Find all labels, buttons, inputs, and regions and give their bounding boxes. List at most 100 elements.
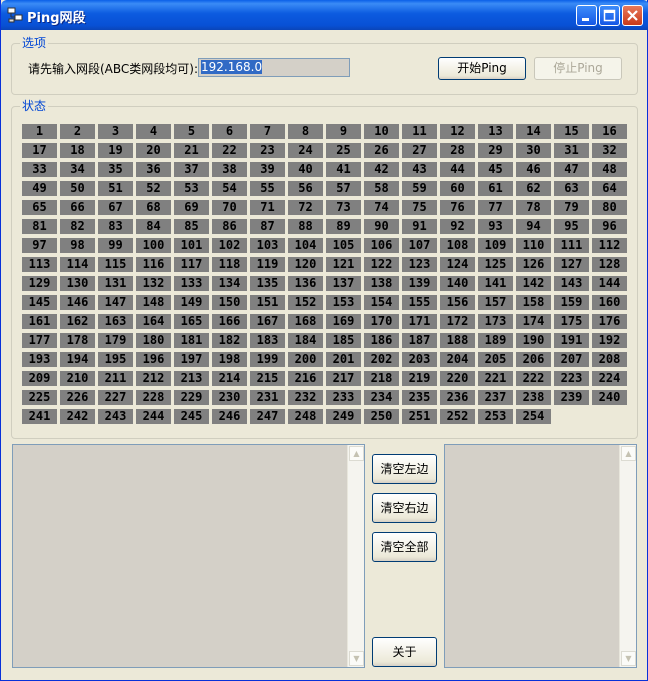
host-cell: 198 bbox=[212, 352, 247, 367]
host-cell: 203 bbox=[402, 352, 437, 367]
host-cell: 206 bbox=[516, 352, 551, 367]
host-cell: 193 bbox=[22, 352, 57, 367]
host-cell: 185 bbox=[326, 333, 361, 348]
host-cell: 5 bbox=[174, 124, 209, 139]
host-cell: 65 bbox=[22, 200, 57, 215]
host-cell: 142 bbox=[516, 276, 551, 291]
scroll-down-icon[interactable]: ▼ bbox=[621, 651, 636, 666]
host-cell: 35 bbox=[98, 162, 133, 177]
host-cell: 167 bbox=[250, 314, 285, 329]
host-cell: 51 bbox=[98, 181, 133, 196]
host-cell: 215 bbox=[250, 371, 285, 386]
host-cell: 64 bbox=[592, 181, 627, 196]
scroll-down-icon[interactable]: ▼ bbox=[349, 651, 364, 666]
app-window: Ping网段 选项 请先输入网段(ABC类网段均可): 192.168.0 开始… bbox=[0, 0, 648, 681]
host-cell: 223 bbox=[554, 371, 589, 386]
host-cell: 2 bbox=[60, 124, 95, 139]
host-cell: 20 bbox=[136, 143, 171, 158]
host-cell: 93 bbox=[478, 219, 513, 234]
subnet-input-value: 192.168.0 bbox=[201, 60, 263, 74]
minimize-button[interactable] bbox=[576, 5, 597, 26]
maximize-icon bbox=[603, 9, 616, 22]
host-cell: 14 bbox=[516, 124, 551, 139]
host-cell: 201 bbox=[326, 352, 361, 367]
host-cell: 171 bbox=[402, 314, 437, 329]
host-cell: 221 bbox=[478, 371, 513, 386]
host-cell: 188 bbox=[440, 333, 475, 348]
host-cell: 220 bbox=[440, 371, 475, 386]
host-cell: 33 bbox=[22, 162, 57, 177]
left-list-scrollbar[interactable]: ▲ ▼ bbox=[347, 445, 364, 667]
left-result-list[interactable]: ▲ ▼ bbox=[12, 444, 365, 668]
host-cell: 114 bbox=[60, 257, 95, 272]
host-cell: 152 bbox=[288, 295, 323, 310]
host-cell: 238 bbox=[516, 390, 551, 405]
host-cell: 174 bbox=[516, 314, 551, 329]
stop-ping-button[interactable]: 停止Ping bbox=[534, 57, 622, 80]
host-cell: 113 bbox=[22, 257, 57, 272]
host-cell: 32 bbox=[592, 143, 627, 158]
host-cell: 187 bbox=[402, 333, 437, 348]
host-cell: 178 bbox=[60, 333, 95, 348]
host-cell: 72 bbox=[288, 200, 323, 215]
title-bar[interactable]: Ping网段 bbox=[1, 0, 648, 30]
host-cell: 99 bbox=[98, 238, 133, 253]
host-cell: 164 bbox=[136, 314, 171, 329]
host-cell: 41 bbox=[326, 162, 361, 177]
host-cell: 16 bbox=[592, 124, 627, 139]
host-cell: 31 bbox=[554, 143, 589, 158]
host-cell: 8 bbox=[288, 124, 323, 139]
host-cell: 62 bbox=[516, 181, 551, 196]
clear-left-button[interactable]: 清空左边 bbox=[372, 454, 437, 484]
host-cell: 228 bbox=[136, 390, 171, 405]
host-cell: 159 bbox=[554, 295, 589, 310]
host-cell: 239 bbox=[554, 390, 589, 405]
host-cell: 56 bbox=[288, 181, 323, 196]
host-cell: 75 bbox=[402, 200, 437, 215]
close-button[interactable] bbox=[622, 5, 643, 26]
host-cell: 140 bbox=[440, 276, 475, 291]
host-cell: 194 bbox=[60, 352, 95, 367]
host-cell: 9 bbox=[326, 124, 361, 139]
host-cell: 104 bbox=[288, 238, 323, 253]
host-cell: 46 bbox=[516, 162, 551, 177]
host-cell: 145 bbox=[22, 295, 57, 310]
host-cell: 149 bbox=[174, 295, 209, 310]
subnet-input[interactable]: 192.168.0 bbox=[198, 58, 350, 77]
host-cell: 226 bbox=[60, 390, 95, 405]
host-cell: 196 bbox=[136, 352, 171, 367]
host-cell: 13 bbox=[478, 124, 513, 139]
host-cell: 210 bbox=[60, 371, 95, 386]
host-cell: 54 bbox=[212, 181, 247, 196]
clear-right-button[interactable]: 清空右边 bbox=[372, 493, 437, 523]
host-cell: 24 bbox=[288, 143, 323, 158]
host-cell: 133 bbox=[174, 276, 209, 291]
about-button[interactable]: 关于 bbox=[372, 637, 437, 667]
host-cell: 252 bbox=[440, 409, 475, 424]
right-result-list[interactable]: ▲ ▼ bbox=[444, 444, 637, 668]
host-cell: 248 bbox=[288, 409, 323, 424]
right-list-scrollbar[interactable]: ▲ ▼ bbox=[619, 445, 636, 667]
host-cell: 211 bbox=[98, 371, 133, 386]
host-cell: 219 bbox=[402, 371, 437, 386]
start-ping-button[interactable]: 开始Ping bbox=[438, 57, 526, 80]
maximize-button[interactable] bbox=[599, 5, 620, 26]
host-cell: 55 bbox=[250, 181, 285, 196]
host-cell: 84 bbox=[136, 219, 171, 234]
host-cell: 251 bbox=[402, 409, 437, 424]
host-cell: 76 bbox=[440, 200, 475, 215]
host-cell: 183 bbox=[250, 333, 285, 348]
scroll-up-icon[interactable]: ▲ bbox=[349, 446, 364, 461]
host-cell: 21 bbox=[174, 143, 209, 158]
host-cell: 179 bbox=[98, 333, 133, 348]
clear-all-button[interactable]: 清空全部 bbox=[372, 532, 437, 562]
host-cell: 217 bbox=[326, 371, 361, 386]
host-cell: 172 bbox=[440, 314, 475, 329]
scroll-up-icon[interactable]: ▲ bbox=[621, 446, 636, 461]
host-cell: 70 bbox=[212, 200, 247, 215]
host-cell: 200 bbox=[288, 352, 323, 367]
host-cell: 44 bbox=[440, 162, 475, 177]
host-cell: 177 bbox=[22, 333, 57, 348]
host-cell: 234 bbox=[364, 390, 399, 405]
host-cell: 98 bbox=[60, 238, 95, 253]
